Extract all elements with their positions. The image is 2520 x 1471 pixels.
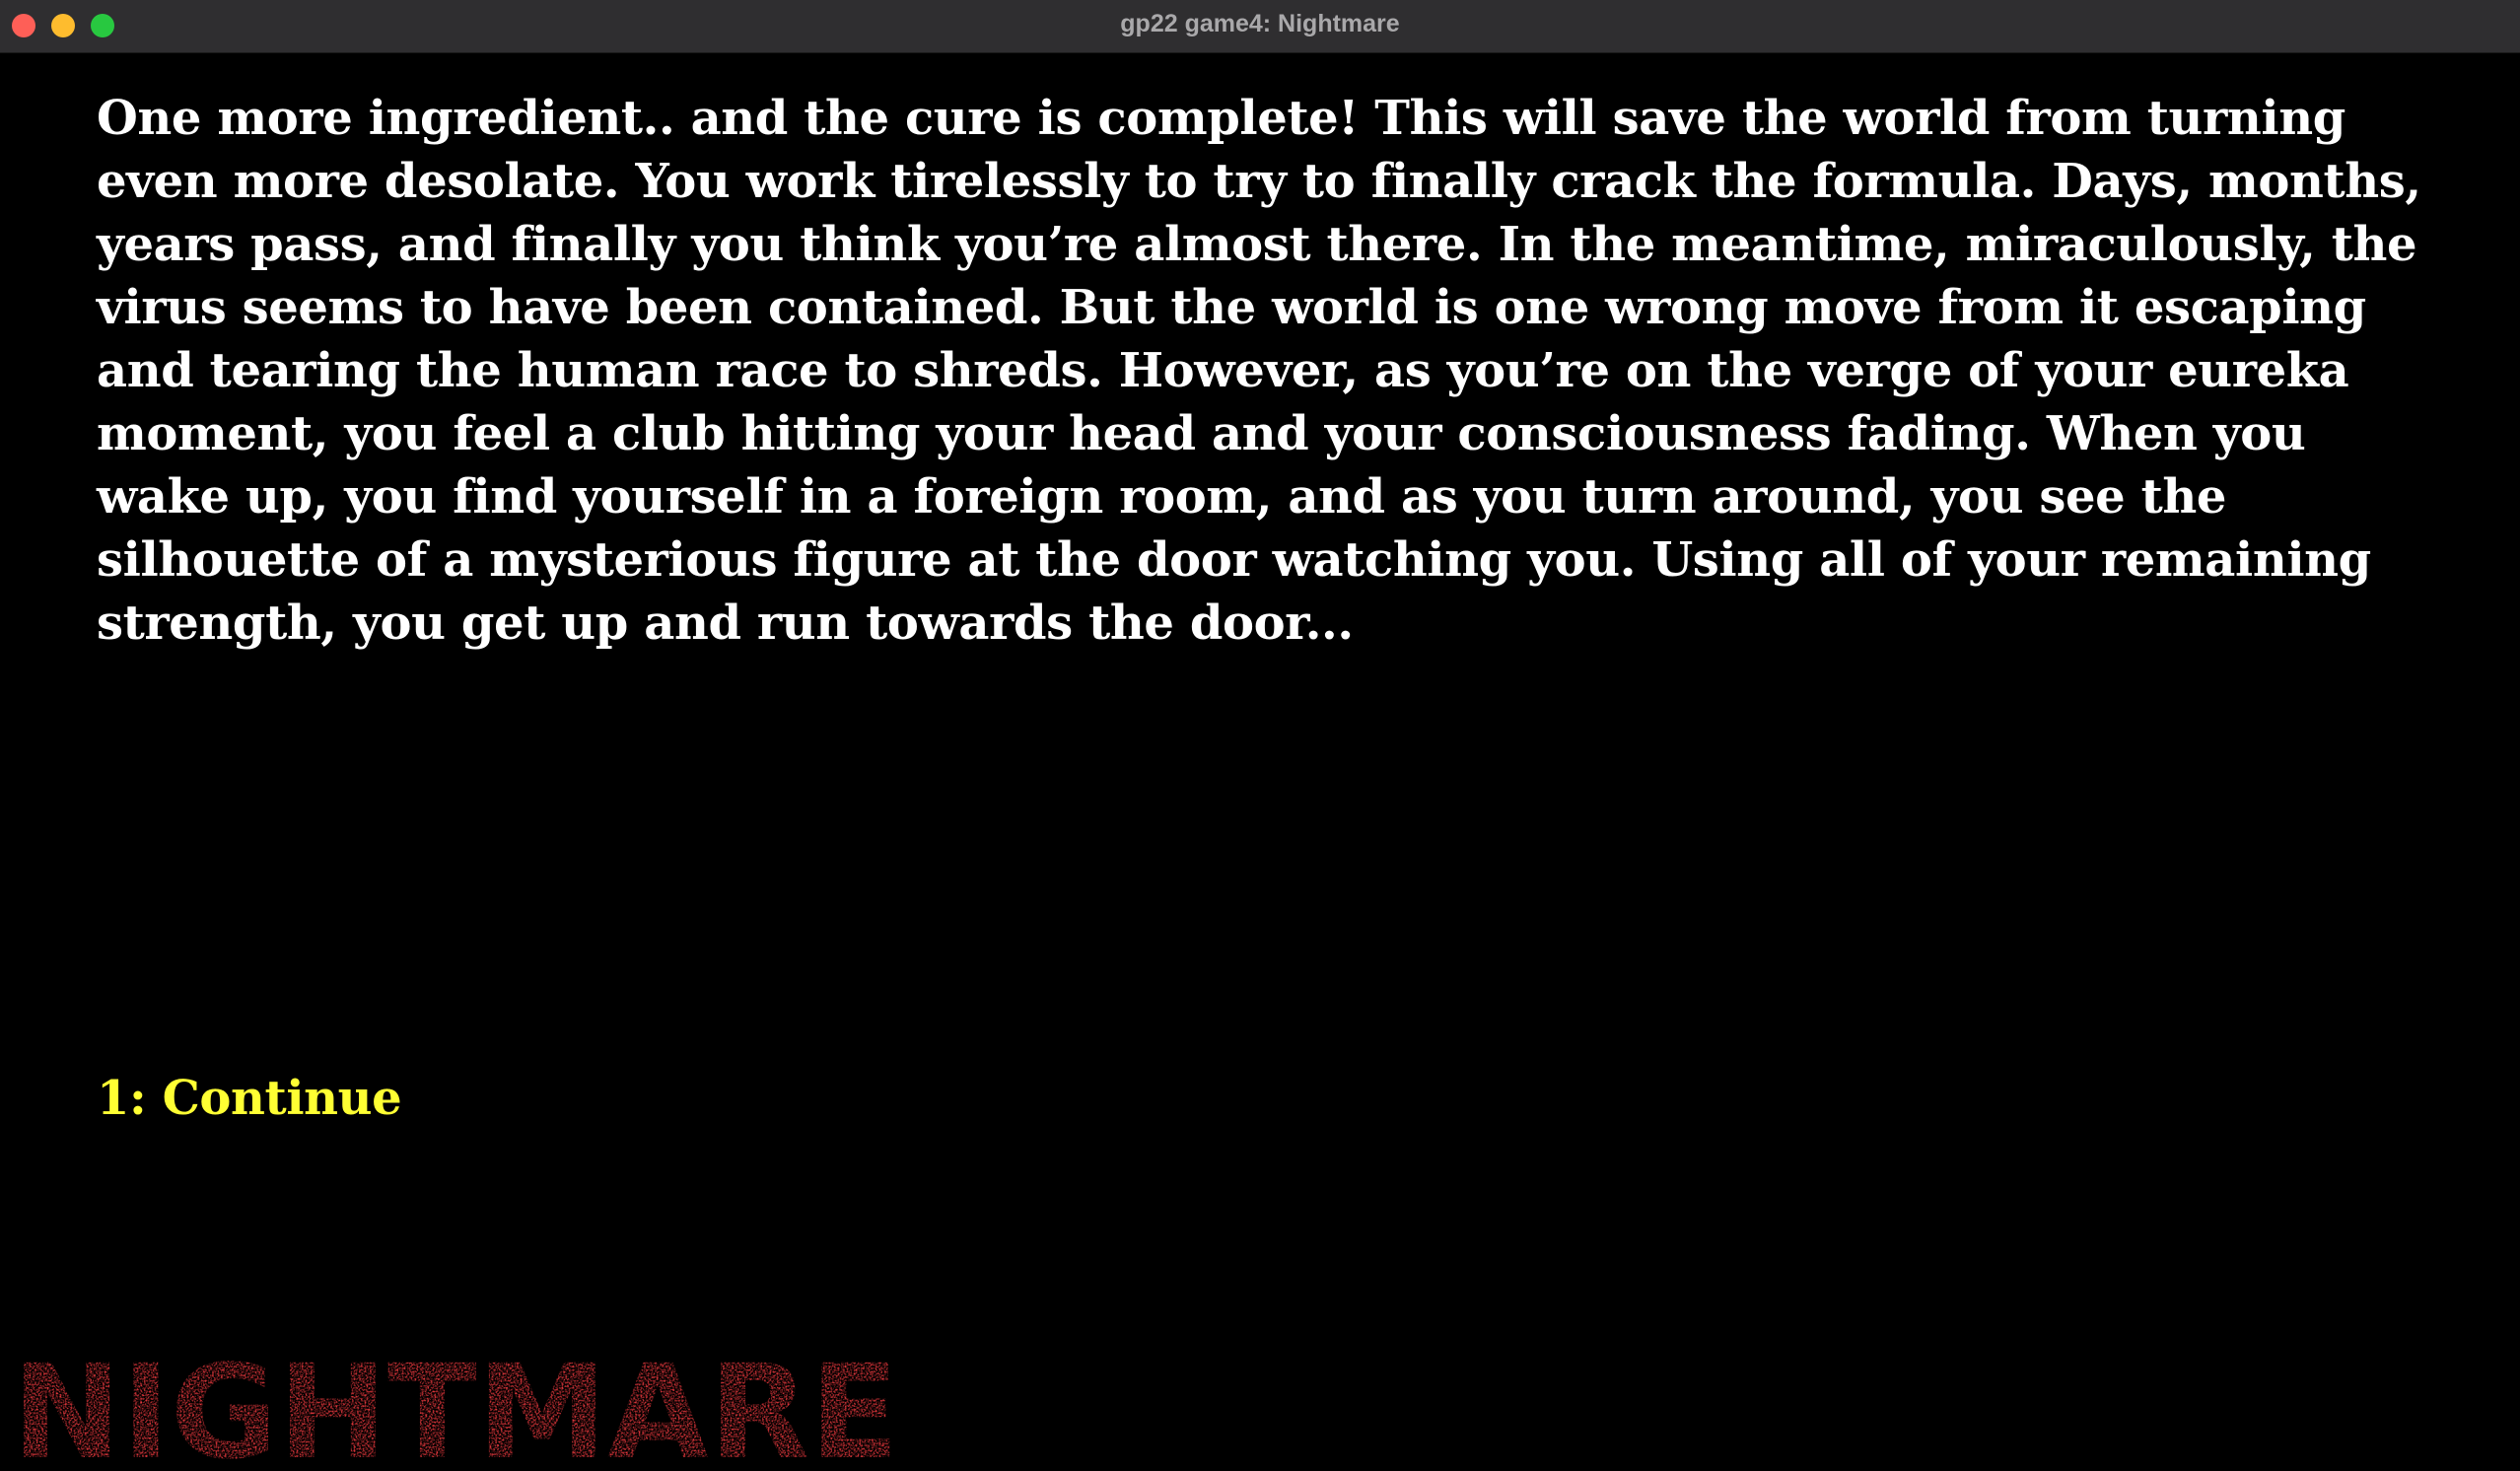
window-title: gp22 game4: Nightmare xyxy=(1120,10,1400,37)
nightmare-logo: NIGHTMARE xyxy=(12,1343,899,1465)
choice-continue[interactable]: 1: Continue xyxy=(97,1067,402,1130)
logo-text: NIGHTMARE xyxy=(12,1343,899,1465)
title-bar: gp22 game4: Nightmare xyxy=(0,0,2520,53)
story-text: One more ingredient.. and the cure is co… xyxy=(97,91,2421,651)
game-window: gp22 game4: Nightmare One more ingredien… xyxy=(0,0,2520,1471)
